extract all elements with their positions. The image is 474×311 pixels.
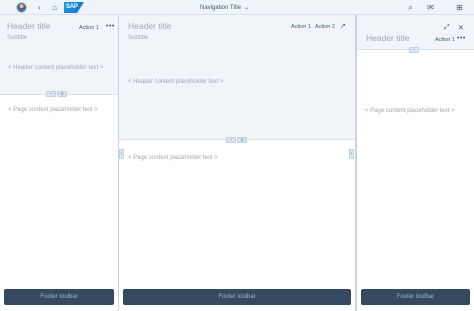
more-icon[interactable]: ••• [106,23,115,30]
action1-button[interactable]: Action 1 [291,24,311,30]
notifications-icon[interactable]: ✉ [424,1,437,14]
begin-column: Header title Subtitle Action 1 ••• < Hea… [0,15,118,311]
page-title: Header title [128,21,172,31]
page-subtitle: Subtitle [7,35,28,41]
pin-header-button[interactable]: ⊘ [57,91,67,97]
action1-button[interactable]: Action 1 [79,25,99,31]
home-icon[interactable]: ⌂ [48,1,61,14]
search-icon[interactable]: ⌕ [404,1,417,14]
header-toggle-group: ^ ⊘ [46,91,67,97]
page-title: Header title [366,33,410,43]
mid-column: Header title Subtitle Action 1 Action 2 … [119,15,355,311]
content-placeholder: < Page content placeholder text > [8,107,98,113]
expand-left-arrow[interactable]: › [119,149,124,159]
fullscreen-icon[interactable]: ⤢ [444,24,450,32]
header-toggle-group: ^ [409,47,419,53]
avatar[interactable] [16,2,27,13]
sap-logo[interactable]: SAP [64,2,84,13]
chevron-down-icon: ⌄ [244,5,250,11]
shell-bar: ‹ ⌂ SAP Navigation Title ⌄ ⌕ ✉ ⊞ [0,0,474,15]
product-switch-icon[interactable]: ⊞ [453,1,466,14]
footer-toolbar: Footer toolbar [4,289,114,305]
expand-right-arrow[interactable]: ‹ [349,149,354,159]
collapse-header-button[interactable]: ^ [226,137,236,143]
begin-header: Header title Subtitle Action 1 ••• < Hea… [0,15,118,95]
footer-toolbar: Footer toolbar [123,289,351,305]
collapse-header-button[interactable]: ^ [46,91,56,97]
navigation-title: Navigation Title [200,4,242,11]
pin-header-button[interactable]: ⊘ [237,137,247,143]
content-placeholder: < Page content placeholder text > [365,108,455,114]
collapse-header-button[interactable]: ^ [409,47,419,53]
content-placeholder: < Page content placeholder text > [128,155,218,161]
navigation-title-menu[interactable]: Navigation Title ⌄ [200,2,270,13]
header-toggle-group: ^ ⊘ [226,137,247,143]
footer-toolbar: Footer toolbar [361,289,470,305]
external-link-icon[interactable]: ↗ [340,22,346,30]
back-icon[interactable]: ‹ [33,1,46,14]
more-icon[interactable]: ••• [457,35,466,42]
action1-button[interactable]: Action 1 [435,37,455,43]
page-subtitle: Subtitle [128,35,149,41]
header-placeholder: < Header content placeholder text > [128,79,224,85]
header-placeholder: < Header content placeholder text > [8,65,104,71]
page-title: Header title [7,21,51,31]
close-icon[interactable]: ✕ [458,24,464,32]
end-header: ⤢ ✕ Header title Action 1 ••• [357,15,474,50]
mid-header: Header title Subtitle Action 1 Action 2 … [119,15,355,140]
end-column: ⤢ ✕ Header title Action 1 ••• ^ < Page c… [357,15,474,311]
action2-button[interactable]: Action 2 [315,24,335,30]
